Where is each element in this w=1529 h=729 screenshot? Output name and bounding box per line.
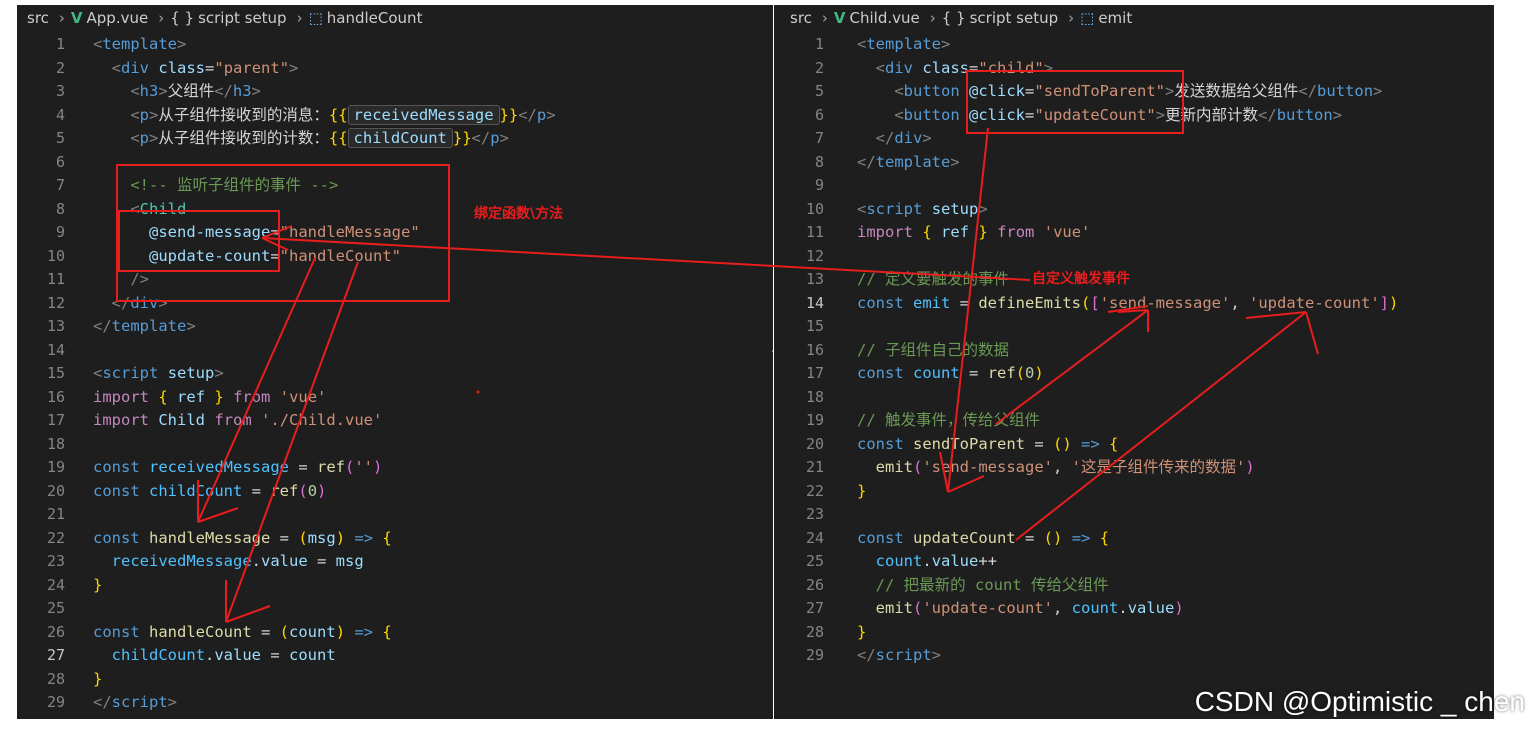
annotation-arrows	[197, 127, 1319, 623]
arrow-emit-update-count	[1015, 311, 1307, 541]
arrowhead	[225, 580, 271, 623]
arrowhead	[939, 451, 985, 493]
arrow-emit-to-listener	[261, 237, 1031, 281]
arrow-to-handleMessage	[197, 257, 316, 523]
arrow-click-to-sendToParent	[947, 127, 989, 493]
arrowhead	[197, 480, 239, 523]
watermark: CSDN @Optimistic _ chen	[1194, 686, 1525, 717]
arrow-to-handleCount	[225, 261, 359, 623]
arrowhead	[1245, 311, 1319, 355]
arrow-emit-send-message	[995, 309, 1149, 425]
